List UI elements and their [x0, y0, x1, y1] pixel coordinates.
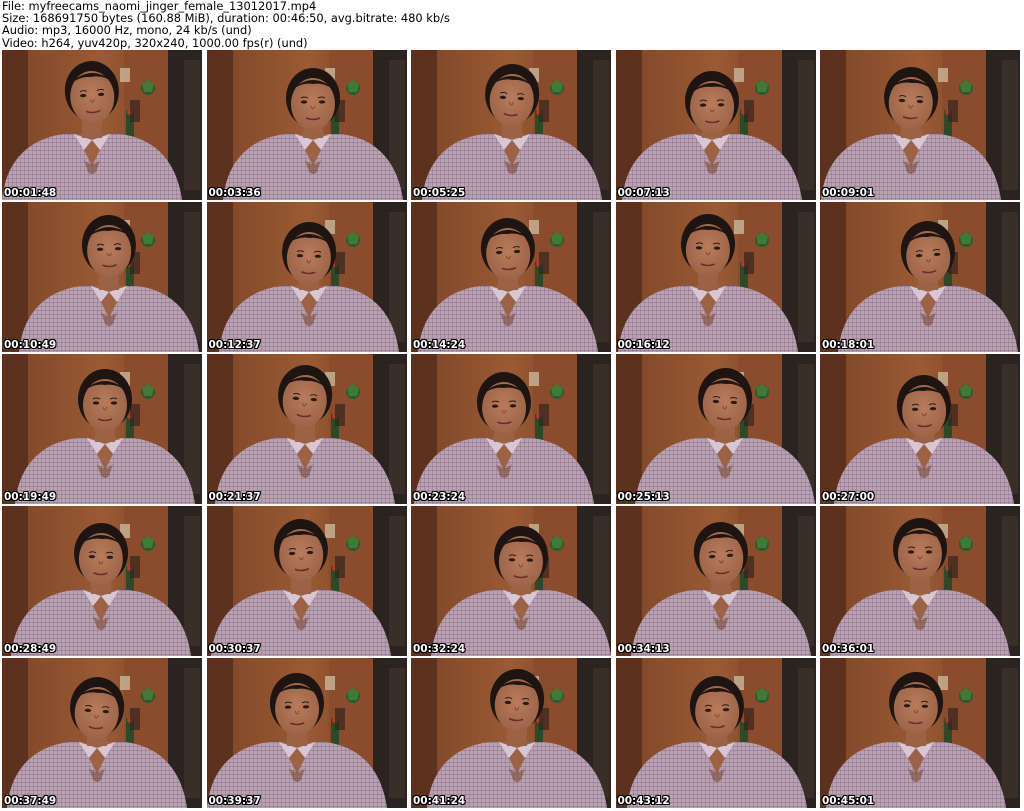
- webcam-frame-image: [2, 658, 202, 808]
- frame-timestamp: 00:25:13: [617, 491, 670, 503]
- frame-timestamp: 00:19:49: [4, 491, 57, 503]
- video-frame-thumbnail: 00:19:49: [2, 354, 202, 504]
- video-frame-thumbnail: 00:41:24: [411, 658, 611, 808]
- file-info-header: File: myfreecams_naomi_jinger_female_130…: [2, 0, 1022, 49]
- frame-timestamp: 00:32:24: [413, 643, 466, 655]
- frame-timestamp: 00:41:24: [413, 795, 466, 807]
- webcam-frame-image: [206, 50, 407, 200]
- webcam-frame-image: [820, 506, 1020, 656]
- video-frame-thumbnail: 00:07:13: [615, 50, 816, 200]
- webcam-frame-image: [820, 202, 1020, 352]
- frame-timestamp: 00:28:49: [4, 643, 57, 655]
- video-frame-thumbnail: 00:12:37: [206, 202, 407, 352]
- frame-timestamp: 00:27:00: [822, 491, 875, 503]
- video-frame-thumbnail: 00:21:37: [206, 354, 407, 504]
- video-frame-thumbnail: 00:23:24: [411, 354, 611, 504]
- frame-timestamp: 00:39:37: [208, 795, 261, 807]
- frame-timestamp: 00:23:24: [413, 491, 466, 503]
- video-frame-thumbnail: 00:36:01: [820, 506, 1020, 656]
- frame-timestamp: 00:18:01: [822, 339, 875, 351]
- video-frame-thumbnail: 00:10:49: [2, 202, 202, 352]
- webcam-frame-image: [2, 354, 202, 504]
- frame-timestamp: 00:12:37: [208, 339, 261, 351]
- webcam-frame-image: [820, 50, 1020, 200]
- video-frame-thumbnail: 00:30:37: [206, 506, 407, 656]
- webcam-frame-image: [411, 354, 611, 504]
- frame-timestamp: 00:05:25: [413, 187, 466, 199]
- frame-timestamp: 00:07:13: [617, 187, 670, 199]
- webcam-frame-image: [615, 354, 816, 504]
- webcam-frame-image: [615, 202, 816, 352]
- frame-timestamp: 00:37:49: [4, 795, 57, 807]
- video-frame-thumbnail: 00:32:24: [411, 506, 611, 656]
- webcam-frame-image: [411, 202, 611, 352]
- webcam-frame-image: [2, 202, 202, 352]
- webcam-frame-image: [206, 658, 407, 808]
- webcam-frame-image: [820, 354, 1020, 504]
- webcam-frame-image: [615, 506, 816, 656]
- frame-timestamp: 00:21:37: [208, 491, 261, 503]
- video-info-line: Video: h264, yuv420p, 320x240, 1000.00 f…: [2, 35, 308, 50]
- frame-timestamp: 00:36:01: [822, 643, 875, 655]
- webcam-frame-image: [615, 50, 816, 200]
- frame-timestamp: 00:10:49: [4, 339, 57, 351]
- frame-timestamp: 00:30:37: [208, 643, 261, 655]
- frame-timestamp: 00:09:01: [822, 187, 875, 199]
- video-frame-thumbnail: 00:18:01: [820, 202, 1020, 352]
- webcam-frame-image: [206, 202, 407, 352]
- video-frame-thumbnail: 00:39:37: [206, 658, 407, 808]
- video-frame-thumbnail: 00:09:01: [820, 50, 1020, 200]
- webcam-frame-image: [615, 658, 816, 808]
- video-frame-thumbnail: 00:45:01: [820, 658, 1020, 808]
- video-frame-thumbnail: 00:37:49: [2, 658, 202, 808]
- frame-timestamp: 00:01:48: [4, 187, 57, 199]
- frame-timestamp: 00:14:24: [413, 339, 466, 351]
- video-frame-thumbnail: 00:01:48: [2, 50, 202, 200]
- video-frame-thumbnail: 00:14:24: [411, 202, 611, 352]
- webcam-frame-image: [2, 50, 202, 200]
- frame-timestamp: 00:45:01: [822, 795, 875, 807]
- frame-timestamp: 00:03:36: [208, 187, 261, 199]
- webcam-frame-image: [206, 506, 407, 656]
- frame-timestamp: 00:16:12: [617, 339, 670, 351]
- audio-info-line: Audio: mp3, 16000 Hz, mono, 24 kb/s (und…: [2, 23, 252, 38]
- webcam-frame-image: [411, 658, 611, 808]
- video-frame-thumbnail: 00:27:00: [820, 354, 1020, 504]
- video-frame-thumbnail: 00:34:13: [615, 506, 816, 656]
- video-frame-thumbnail: 00:16:12: [615, 202, 816, 352]
- frame-timestamp: 00:34:13: [617, 643, 670, 655]
- video-frame-thumbnail: 00:03:36: [206, 50, 407, 200]
- frame-timestamp: 00:43:12: [617, 795, 670, 807]
- webcam-frame-image: [411, 50, 611, 200]
- webcam-frame-image: [2, 506, 202, 656]
- thumbnail-grid: 00:01:48 00:03:36 00:05:25 00:07:13 00:0…: [0, 50, 1024, 808]
- webcam-frame-image: [206, 354, 407, 504]
- video-frame-thumbnail: 00:25:13: [615, 354, 816, 504]
- webcam-frame-image: [411, 506, 611, 656]
- webcam-frame-image: [820, 658, 1020, 808]
- video-frame-thumbnail: 00:28:49: [2, 506, 202, 656]
- video-frame-thumbnail: 00:43:12: [615, 658, 816, 808]
- video-frame-thumbnail: 00:05:25: [411, 50, 611, 200]
